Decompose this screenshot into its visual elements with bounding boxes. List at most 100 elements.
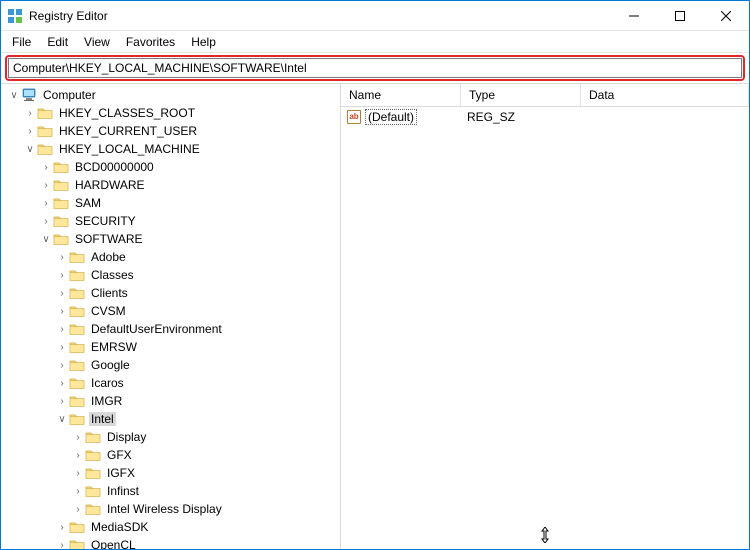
tree-key-gfx[interactable]: › GFX xyxy=(1,446,340,464)
expand-toggle-icon[interactable]: › xyxy=(55,306,69,317)
tree-item-label: SOFTWARE xyxy=(73,232,145,246)
folder-icon xyxy=(85,430,101,444)
expand-toggle-icon[interactable]: › xyxy=(39,216,53,227)
tree-item-label: HKEY_LOCAL_MACHINE xyxy=(57,142,202,156)
regedit-icon xyxy=(7,8,23,24)
tree-key-imgr[interactable]: ›IMGR xyxy=(1,392,340,410)
expand-toggle-icon[interactable]: › xyxy=(23,126,37,137)
expand-toggle-icon[interactable]: › xyxy=(55,288,69,299)
expand-toggle-icon[interactable]: › xyxy=(55,540,69,550)
tree-key-intel-wireless-display[interactable]: ›Intel Wireless Display xyxy=(1,500,340,518)
tree-pane[interactable]: ∨Computer › HKEY_CLASSES_ROOT ›HKEY_CURRENT… xyxy=(1,84,341,549)
close-button[interactable] xyxy=(703,1,749,30)
expand-toggle-icon[interactable]: › xyxy=(55,378,69,389)
resize-cursor-icon xyxy=(538,527,552,543)
expand-toggle-icon[interactable]: › xyxy=(55,360,69,371)
expand-toggle-icon[interactable]: › xyxy=(39,198,53,209)
value-row[interactable]: ab(Default)REG_SZ xyxy=(341,107,749,126)
tree-key-clients[interactable]: › Clients xyxy=(1,284,340,302)
folder-icon xyxy=(85,484,101,498)
content-body: ∨Computer › HKEY_CLASSES_ROOT ›HKEY_CURRENT… xyxy=(1,83,749,549)
expand-toggle-icon[interactable]: › xyxy=(71,504,85,515)
tree-key-infinst[interactable]: ›Infinst xyxy=(1,482,340,500)
tree-item-label: HARDWARE xyxy=(73,178,147,192)
tree-key-software[interactable]: ∨ SOFTWARE xyxy=(1,230,340,248)
expand-toggle-icon[interactable]: › xyxy=(55,252,69,263)
folder-icon xyxy=(69,520,85,534)
column-header-name[interactable]: Name xyxy=(341,84,461,106)
tree-key-sam[interactable]: › SAM xyxy=(1,194,340,212)
tree-key-emrsw[interactable]: ›EMRSW xyxy=(1,338,340,356)
expand-toggle-icon[interactable]: ∨ xyxy=(55,414,69,425)
expand-toggle-icon[interactable]: › xyxy=(23,108,37,119)
menu-file[interactable]: File xyxy=(5,33,38,51)
tree-item-label: GFX xyxy=(105,448,134,462)
tree-item-label: IGFX xyxy=(105,466,137,480)
list-body[interactable]: ab(Default)REG_SZ xyxy=(341,107,749,549)
menu-help[interactable]: Help xyxy=(184,33,223,51)
expand-toggle-icon[interactable]: ∨ xyxy=(39,234,53,245)
tree-item-label: SECURITY xyxy=(73,214,138,228)
tree-key-intel[interactable]: ∨ Intel xyxy=(1,410,340,428)
folder-icon xyxy=(37,106,53,120)
tree-key-opencl[interactable]: ›OpenCL xyxy=(1,536,340,549)
tree-item-label: SAM xyxy=(73,196,103,210)
tree-key-google[interactable]: ›Google xyxy=(1,356,340,374)
expand-toggle-icon[interactable]: › xyxy=(55,342,69,353)
folder-icon xyxy=(85,502,101,516)
tree-key-security[interactable]: › SECURITY xyxy=(1,212,340,230)
tree-key-icaros[interactable]: ›Icaros xyxy=(1,374,340,392)
menu-view[interactable]: View xyxy=(77,33,117,51)
tree-item-label: CVSM xyxy=(89,304,128,318)
tree-hive-hkcu[interactable]: ›HKEY_CURRENT_USER xyxy=(1,122,340,140)
expand-toggle-icon[interactable]: › xyxy=(55,270,69,281)
tree-key-display[interactable]: › Display xyxy=(1,428,340,446)
tree-item-label: Clients xyxy=(89,286,130,300)
folder-icon xyxy=(69,538,85,549)
folder-icon xyxy=(53,178,69,192)
registry-editor-window: Registry Editor File Edit View Favorites… xyxy=(0,0,750,550)
folder-icon xyxy=(69,286,85,300)
tree-hive-hklm[interactable]: ∨ HKEY_LOCAL_MACHINE xyxy=(1,140,340,158)
menu-edit[interactable]: Edit xyxy=(40,33,75,51)
folder-icon xyxy=(69,376,85,390)
expand-toggle-icon[interactable]: › xyxy=(55,324,69,335)
folder-icon xyxy=(69,358,85,372)
expand-toggle-icon[interactable]: › xyxy=(39,180,53,191)
tree-key-igfx[interactable]: › IGFX xyxy=(1,464,340,482)
tree-item-label: Intel xyxy=(89,412,116,426)
tree-root-computer[interactable]: ∨Computer xyxy=(1,86,340,104)
tree-item-label: HKEY_CLASSES_ROOT xyxy=(57,106,197,120)
expand-toggle-icon[interactable]: ∨ xyxy=(7,90,21,101)
folder-icon xyxy=(37,124,53,138)
tree-item-label: BCD00000000 xyxy=(73,160,156,174)
tree-key-hardware[interactable]: › HARDWARE xyxy=(1,176,340,194)
tree-item-label: Display xyxy=(105,430,148,444)
expand-toggle-icon[interactable]: › xyxy=(71,486,85,497)
column-header-type[interactable]: Type xyxy=(461,84,581,106)
tree-key-bcd00000000[interactable]: › BCD00000000 xyxy=(1,158,340,176)
tree-key-classes[interactable]: › Classes xyxy=(1,266,340,284)
maximize-button[interactable] xyxy=(657,1,703,30)
expand-toggle-icon[interactable]: › xyxy=(39,162,53,173)
expand-toggle-icon[interactable]: › xyxy=(55,396,69,407)
expand-toggle-icon[interactable]: › xyxy=(71,468,85,479)
folder-icon xyxy=(85,448,101,462)
address-highlight xyxy=(5,55,745,81)
tree-key-cvsm[interactable]: › CVSM xyxy=(1,302,340,320)
tree-key-mediasdk[interactable]: ›MediaSDK xyxy=(1,518,340,536)
expand-toggle-icon[interactable]: › xyxy=(55,522,69,533)
minimize-button[interactable] xyxy=(611,1,657,30)
folder-icon xyxy=(85,466,101,480)
tree-key-adobe[interactable]: ›Adobe xyxy=(1,248,340,266)
address-bar[interactable] xyxy=(8,58,742,78)
folder-icon xyxy=(37,142,53,156)
menu-favorites[interactable]: Favorites xyxy=(119,33,182,51)
tree-key-defaultuserenvironment[interactable]: ›DefaultUserEnvironment xyxy=(1,320,340,338)
tree-hive-hkcr[interactable]: › HKEY_CLASSES_ROOT xyxy=(1,104,340,122)
expand-toggle-icon[interactable]: › xyxy=(71,432,85,443)
expand-toggle-icon[interactable]: › xyxy=(71,450,85,461)
expand-toggle-icon[interactable]: ∨ xyxy=(23,144,37,155)
tree-item-label: Classes xyxy=(89,268,136,282)
column-header-data[interactable]: Data xyxy=(581,84,749,106)
